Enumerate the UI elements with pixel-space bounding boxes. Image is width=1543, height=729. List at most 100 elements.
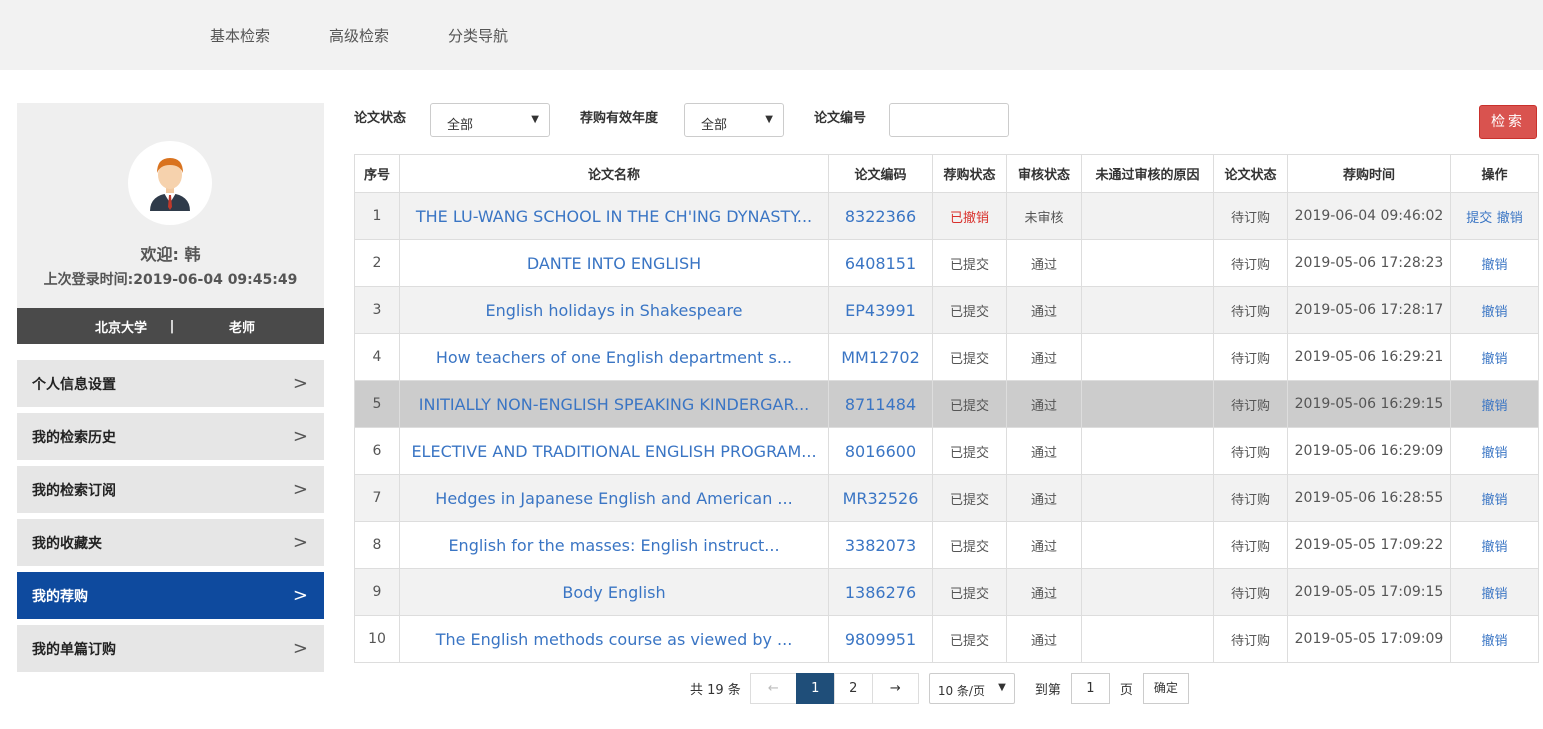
cancel-link[interactable]: 撤销 xyxy=(1481,493,1507,508)
sidebar-item-label: 我的收藏夹 xyxy=(32,535,102,552)
cell-actions: 撤销 xyxy=(1450,380,1539,428)
paper-code-link[interactable]: MR32526 xyxy=(843,489,919,508)
sidebar-item-single-orders[interactable]: 我的单篇订购 > xyxy=(17,625,324,672)
cell-rec-status: 已提交 xyxy=(932,333,1007,381)
page-size-value: 10 条/页 xyxy=(937,683,985,698)
cancel-link[interactable]: 撤销 xyxy=(1497,211,1523,226)
next-page-button[interactable]: → xyxy=(871,672,919,704)
cell-time: 2019-05-06 17:28:23 xyxy=(1287,239,1451,287)
welcome-prefix: 欢迎: xyxy=(140,245,179,264)
table-row: 4 How teachers of one English department… xyxy=(354,333,1539,381)
cell-no: 7 xyxy=(354,474,400,522)
cell-no: 2 xyxy=(354,239,400,287)
last-login-time: 2019-06-04 09:45:49 xyxy=(133,272,298,288)
paper-title-link[interactable]: The English methods course as viewed by … xyxy=(436,630,793,649)
cancel-link[interactable]: 撤销 xyxy=(1481,587,1507,602)
caret-down-icon: ▼ xyxy=(765,114,773,125)
cell-reason xyxy=(1081,192,1214,240)
paper-code-link[interactable]: EP43991 xyxy=(845,301,916,320)
col-header-rec-status: 荐购状态 xyxy=(932,154,1007,193)
cancel-link[interactable]: 撤销 xyxy=(1481,305,1507,320)
page-size-select[interactable]: 10 条/页 ▼ xyxy=(928,672,1015,704)
paper-title-link[interactable]: DANTE INTO ENGLISH xyxy=(527,254,701,273)
col-header-code: 论文编码 xyxy=(828,154,933,193)
sidebar-item-label: 我的检索历史 xyxy=(32,429,116,446)
cell-no: 6 xyxy=(354,427,400,475)
status-filter-label: 论文状态 xyxy=(354,111,407,126)
cell-reason xyxy=(1081,474,1214,522)
cell-audit: 通过 xyxy=(1006,333,1082,381)
paper-title-link[interactable]: Body English xyxy=(562,583,665,602)
paper-code-link[interactable]: MM12702 xyxy=(841,348,920,367)
chevron-right-icon: > xyxy=(292,638,308,659)
sidebar-item-favorites[interactable]: 我的收藏夹 > xyxy=(17,519,324,566)
cell-no: 5 xyxy=(354,380,400,428)
sidebar-item-search-subscription[interactable]: 我的检索订阅 > xyxy=(17,466,324,513)
submit-link[interactable]: 提交 xyxy=(1466,211,1492,226)
cell-no: 1 xyxy=(354,192,400,240)
cell-code: 8711484 xyxy=(828,380,933,428)
sidebar-menu: 个人信息设置 > 我的检索历史 > 我的检索订阅 > 我的收藏夹 > 我的荐购 … xyxy=(17,360,324,672)
cell-time: 2019-05-06 16:29:15 xyxy=(1287,380,1451,428)
sidebar-item-label: 我的检索订阅 xyxy=(32,482,116,499)
cell-reason xyxy=(1081,380,1214,428)
cell-code: 3382073 xyxy=(828,521,933,569)
cell-no: 4 xyxy=(354,333,400,381)
cell-audit: 通过 xyxy=(1006,521,1082,569)
last-login-label: 上次登录时间: xyxy=(43,272,134,288)
sidebar-item-recommendations[interactable]: 我的荐购 > xyxy=(17,572,324,619)
cell-actions: 撤销 xyxy=(1450,239,1539,287)
table-row: 10 The English methods course as viewed … xyxy=(354,615,1539,663)
table-row: 6 ELECTIVE AND TRADITIONAL ENGLISH PROGR… xyxy=(354,427,1539,475)
cell-reason xyxy=(1081,333,1214,381)
year-filter-select[interactable]: 全部 ▼ xyxy=(684,103,784,137)
caret-down-icon: ▼ xyxy=(531,114,539,125)
nav-advanced-search[interactable]: 高级检索 xyxy=(329,25,389,46)
top-navigation-bar: 基本检索 高级检索 分类导航 xyxy=(0,0,1543,70)
paper-code-link[interactable]: 6408151 xyxy=(845,254,916,273)
search-button[interactable]: 检索 xyxy=(1479,105,1537,139)
status-filter-select[interactable]: 全部 ▼ xyxy=(430,103,550,137)
paper-title-link[interactable]: Hedges in Japanese English and American … xyxy=(435,489,792,508)
paper-title-link[interactable]: THE LU-WANG SCHOOL IN THE CH'ING DYNASTY… xyxy=(416,207,812,226)
cell-reason xyxy=(1081,286,1214,334)
paper-title-link[interactable]: INITIALLY NON-ENGLISH SPEAKING KINDERGAR… xyxy=(419,395,810,414)
cell-title: Hedges in Japanese English and American … xyxy=(399,474,829,522)
cell-code: 8016600 xyxy=(828,427,933,475)
paper-code-link[interactable]: 9809951 xyxy=(845,630,916,649)
prev-page-button[interactable]: ← xyxy=(749,672,797,704)
cancel-link[interactable]: 撤销 xyxy=(1481,258,1507,273)
page-button[interactable]: 2 xyxy=(833,672,873,704)
cell-paper-status: 待订购 xyxy=(1213,380,1288,428)
paper-title-link[interactable]: English holidays in Shakespeare xyxy=(485,301,742,320)
cell-title: English for the masses: English instruct… xyxy=(399,521,829,569)
sidebar-item-search-history[interactable]: 我的检索历史 > xyxy=(17,413,324,460)
cell-paper-status: 待订购 xyxy=(1213,568,1288,616)
sidebar-item-profile-settings[interactable]: 个人信息设置 > xyxy=(17,360,324,407)
cancel-link[interactable]: 撤销 xyxy=(1481,399,1507,414)
paper-code-link[interactable]: 8711484 xyxy=(845,395,916,414)
goto-confirm-button[interactable]: 确定 xyxy=(1142,672,1189,704)
code-filter-input[interactable] xyxy=(889,103,1009,137)
table-header-row: 序号 论文名称 论文编码 荐购状态 审核状态 未通过审核的原因 论文状态 荐购时… xyxy=(354,154,1539,193)
nav-category[interactable]: 分类导航 xyxy=(448,25,508,46)
nav-basic-search[interactable]: 基本检索 xyxy=(210,25,270,46)
page-button-current[interactable]: 1 xyxy=(795,672,835,704)
cell-rec-status: 已提交 xyxy=(932,239,1007,287)
paper-code-link[interactable]: 1386276 xyxy=(845,583,916,602)
col-header-audit: 审核状态 xyxy=(1006,154,1082,193)
cancel-link[interactable]: 撤销 xyxy=(1481,634,1507,649)
paper-title-link[interactable]: ELECTIVE AND TRADITIONAL ENGLISH PROGRAM… xyxy=(411,442,816,461)
cell-actions: 撤销 xyxy=(1450,615,1539,663)
paper-code-link[interactable]: 8322366 xyxy=(845,207,916,226)
paper-code-link[interactable]: 8016600 xyxy=(845,442,916,461)
cancel-link[interactable]: 撤销 xyxy=(1481,540,1507,555)
goto-page-input[interactable]: 1 xyxy=(1070,672,1110,704)
cancel-link[interactable]: 撤销 xyxy=(1481,446,1507,461)
paper-code-link[interactable]: 3382073 xyxy=(845,536,916,555)
cell-no: 8 xyxy=(354,521,400,569)
paper-title-link[interactable]: How teachers of one English department s… xyxy=(436,348,792,367)
paper-title-link[interactable]: English for the masses: English instruct… xyxy=(448,536,779,555)
cell-paper-status: 待订购 xyxy=(1213,333,1288,381)
cancel-link[interactable]: 撤销 xyxy=(1481,352,1507,367)
